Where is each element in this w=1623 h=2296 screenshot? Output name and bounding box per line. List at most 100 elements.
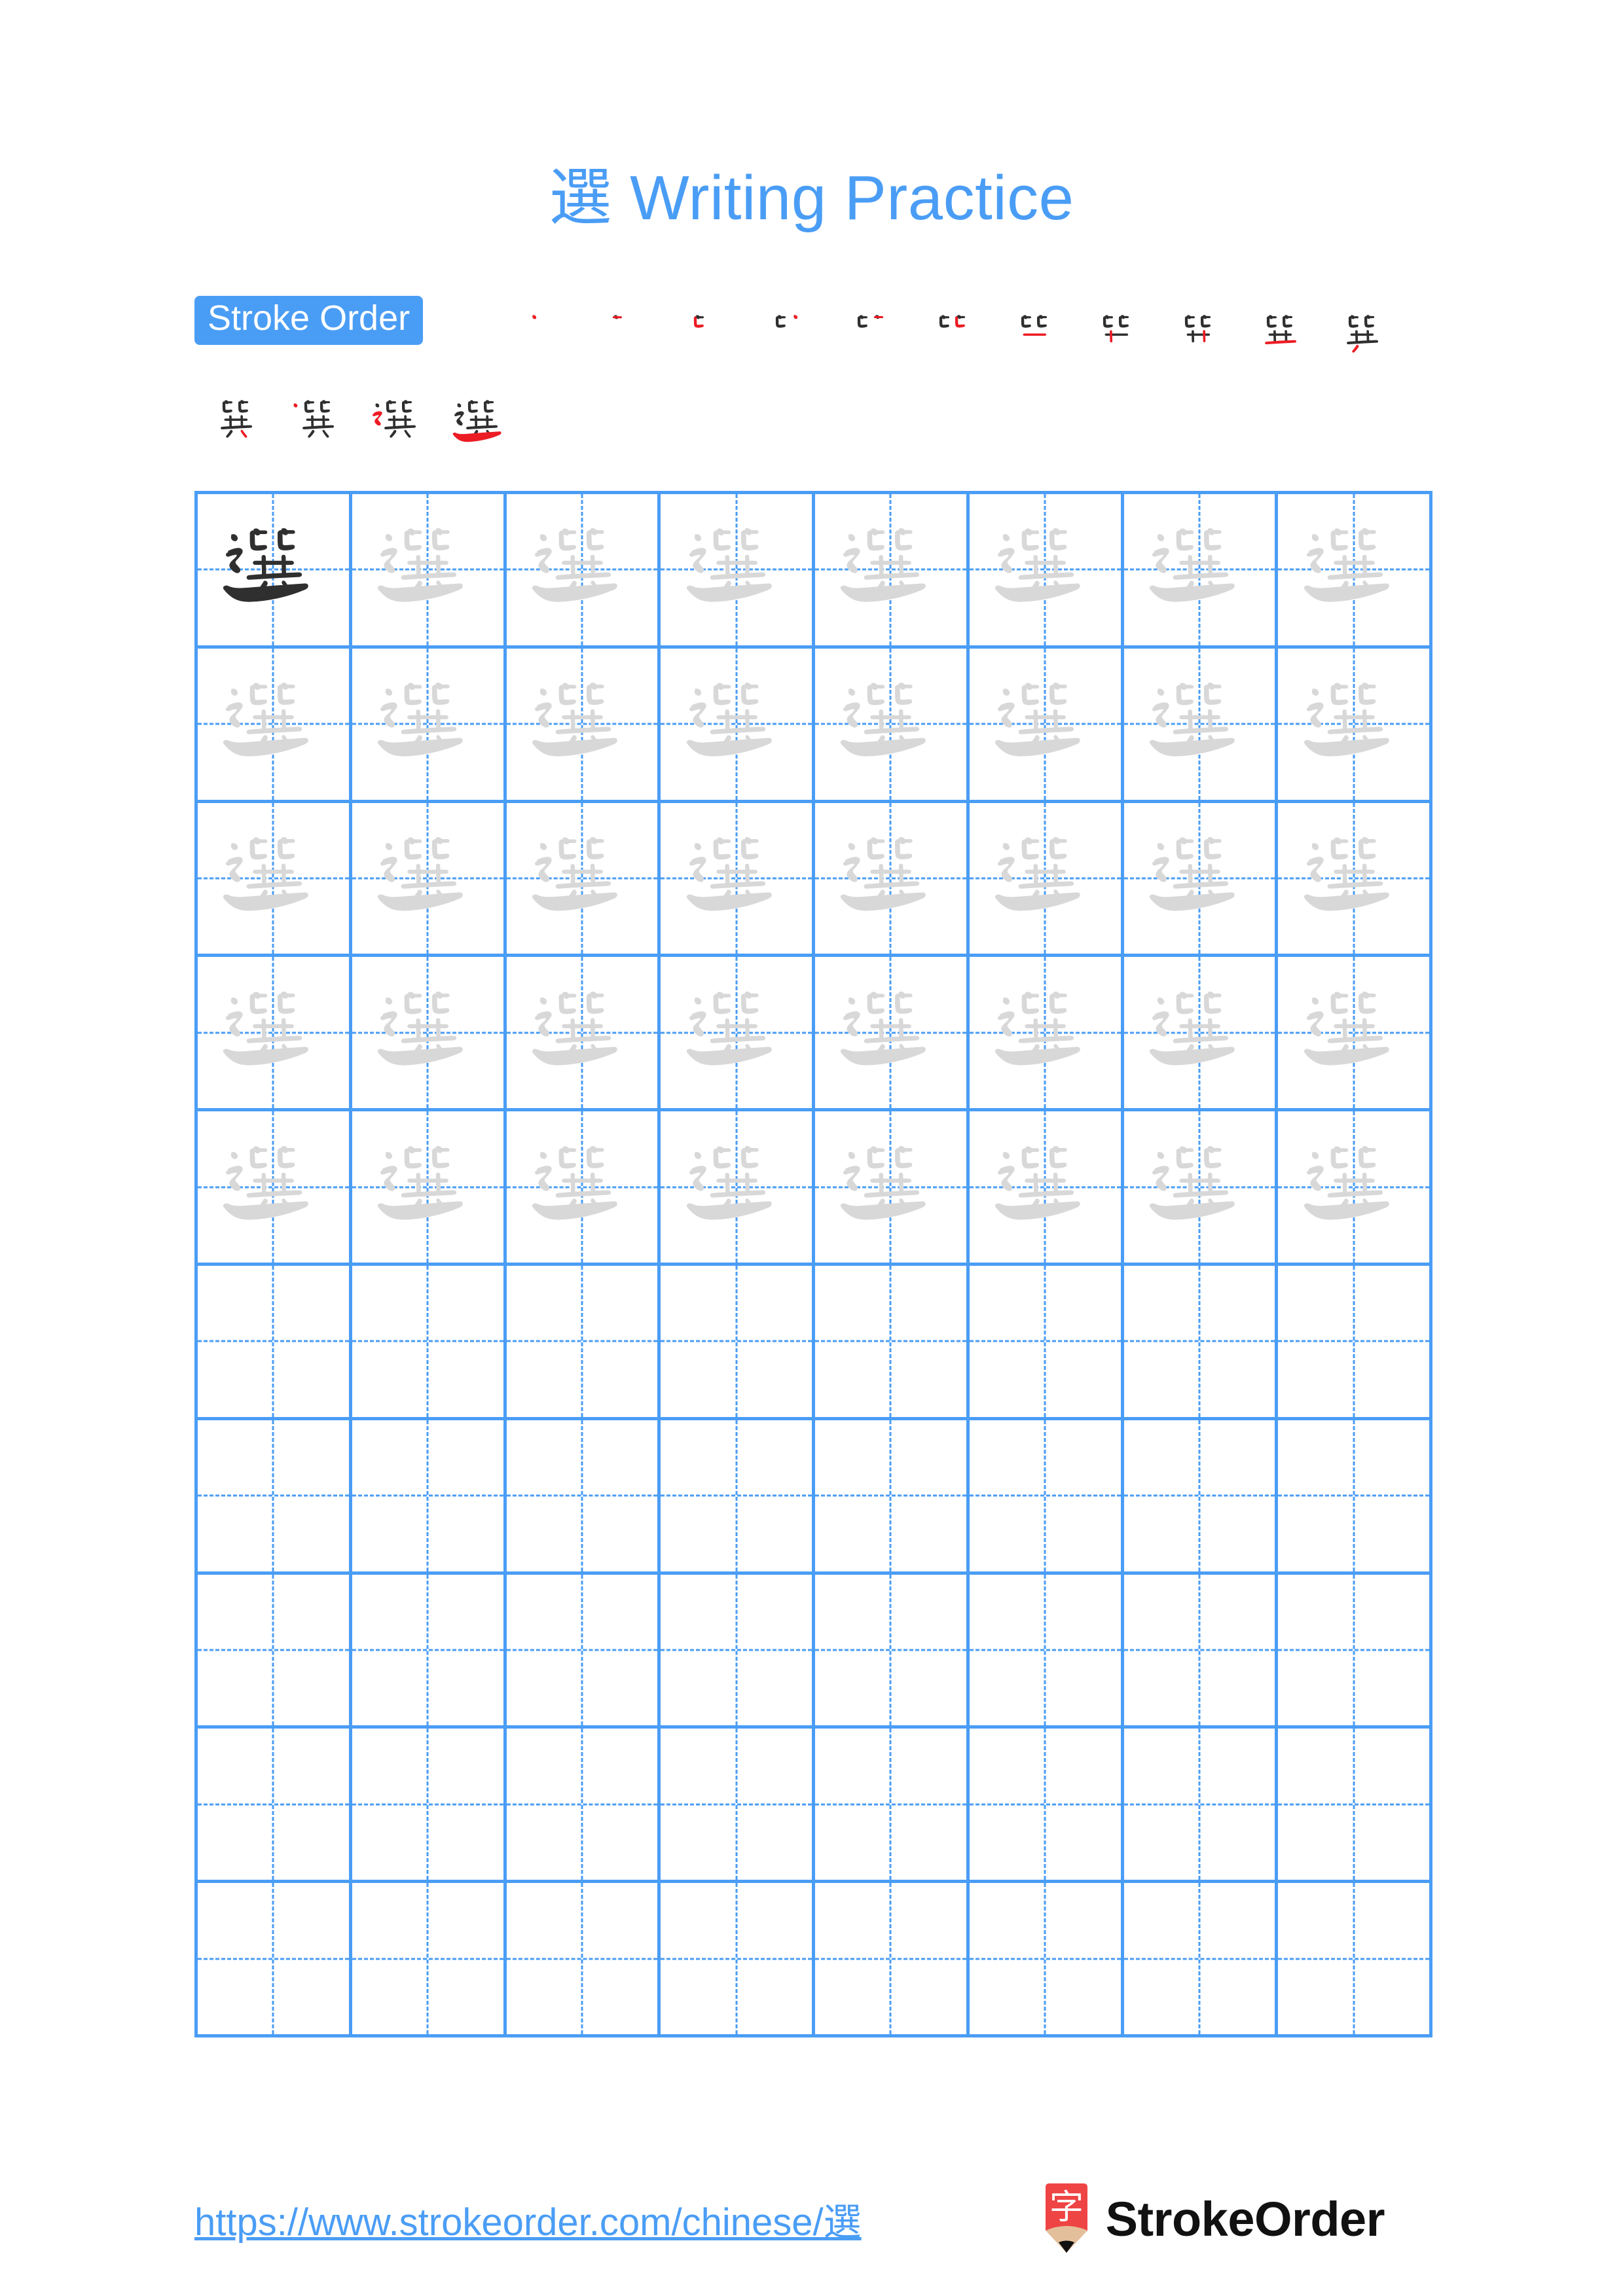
practice-cell[interactable]	[1278, 1266, 1432, 1420]
practice-cell[interactable]	[969, 1883, 1124, 2037]
practice-cell[interactable]	[198, 1729, 352, 1884]
practice-cell[interactable]	[198, 494, 352, 649]
practice-cell[interactable]	[815, 1574, 970, 1729]
practice-cell[interactable]	[969, 1574, 1124, 1729]
practice-cell[interactable]	[352, 1420, 507, 1575]
practice-cell[interactable]	[352, 957, 507, 1112]
trace-character	[1278, 494, 1429, 645]
practice-cell[interactable]	[506, 802, 661, 958]
practice-cell[interactable]	[815, 1266, 970, 1420]
trace-character	[507, 803, 658, 954]
character-glyph	[1304, 683, 1389, 757]
practice-cell[interactable]	[969, 957, 1124, 1112]
practice-cell[interactable]	[1278, 1111, 1432, 1266]
practice-cell[interactable]	[1278, 957, 1432, 1112]
practice-cell[interactable]	[1278, 1883, 1432, 2037]
practice-cell[interactable]	[1278, 494, 1432, 649]
practice-cell[interactable]	[506, 1883, 661, 2037]
trace-character	[661, 803, 812, 954]
practice-cell[interactable]	[815, 957, 970, 1112]
practice-cell[interactable]	[1123, 1266, 1279, 1420]
practice-cell[interactable]	[661, 1729, 815, 1884]
stroke-diagram-8	[1103, 315, 1129, 343]
practice-cell[interactable]	[969, 1729, 1124, 1884]
character-glyph	[377, 683, 463, 757]
practice-cell[interactable]	[661, 802, 815, 958]
stroke-order-step	[358, 381, 440, 466]
practice-cell[interactable]	[506, 1111, 661, 1266]
practice-cell[interactable]	[506, 1574, 661, 1729]
stroke-diagram-14	[372, 400, 416, 438]
practice-cell[interactable]	[1123, 494, 1279, 649]
practice-cell[interactable]	[1123, 802, 1279, 958]
practice-cell[interactable]	[1123, 1420, 1279, 1575]
practice-cell[interactable]	[969, 494, 1124, 649]
practice-cell[interactable]	[969, 648, 1124, 803]
practice-cell[interactable]	[969, 1111, 1124, 1266]
practice-cell[interactable]	[1123, 1574, 1279, 1729]
practice-cell[interactable]	[352, 1574, 507, 1729]
practice-cell[interactable]	[352, 1111, 507, 1266]
practice-cell[interactable]	[661, 1266, 815, 1420]
practice-cell[interactable]	[198, 1574, 352, 1729]
practice-cell[interactable]	[506, 1729, 661, 1884]
stroke-order-step	[830, 296, 911, 381]
practice-cell[interactable]	[1278, 1729, 1432, 1884]
practice-cell[interactable]	[352, 802, 507, 958]
practice-cell[interactable]	[1278, 1420, 1432, 1575]
practice-cell[interactable]	[1123, 1883, 1279, 2037]
practice-cell[interactable]	[198, 802, 352, 958]
practice-cell[interactable]	[506, 494, 661, 649]
practice-cell[interactable]	[198, 957, 352, 1112]
practice-cell[interactable]	[1123, 1111, 1279, 1266]
character-glyph	[532, 837, 617, 911]
practice-cell[interactable]	[969, 1420, 1124, 1575]
practice-cell[interactable]	[815, 648, 970, 803]
practice-cell[interactable]	[815, 494, 970, 649]
practice-cell[interactable]	[1123, 1729, 1279, 1884]
practice-cell[interactable]	[661, 648, 815, 803]
practice-cell[interactable]	[815, 1729, 970, 1884]
practice-cell[interactable]	[352, 494, 507, 649]
practice-cell[interactable]	[506, 1420, 661, 1575]
practice-cell[interactable]	[1123, 957, 1279, 1112]
practice-cell[interactable]	[1123, 648, 1279, 803]
stroke-order-step	[748, 296, 830, 381]
trace-character	[970, 494, 1121, 645]
stroke-order-step	[1321, 296, 1402, 381]
practice-cell[interactable]	[661, 1883, 815, 2037]
practice-cell[interactable]	[815, 802, 970, 958]
character-glyph	[686, 683, 772, 757]
practice-cell[interactable]	[198, 648, 352, 803]
practice-cell[interactable]	[506, 957, 661, 1112]
practice-cell[interactable]	[815, 1883, 970, 2037]
practice-cell[interactable]	[352, 1266, 507, 1420]
practice-cell[interactable]	[198, 1883, 352, 2037]
strokeorder-logo[interactable]: 字 StrokeOrder	[1042, 2182, 1385, 2255]
stroke-diagram-3	[693, 315, 704, 328]
practice-grid[interactable]	[194, 491, 1432, 2037]
practice-cell[interactable]	[661, 1574, 815, 1729]
trace-character	[1278, 957, 1429, 1108]
practice-cell[interactable]	[198, 1420, 352, 1575]
practice-cell[interactable]	[506, 648, 661, 803]
practice-cell[interactable]	[1278, 648, 1432, 803]
practice-cell[interactable]	[1278, 802, 1432, 958]
practice-cell[interactable]	[661, 957, 815, 1112]
practice-cell[interactable]	[352, 1883, 507, 2037]
practice-cell[interactable]	[815, 1111, 970, 1266]
practice-cell[interactable]	[815, 1420, 970, 1575]
practice-cell[interactable]	[352, 1729, 507, 1884]
practice-cell[interactable]	[1278, 1574, 1432, 1729]
practice-cell[interactable]	[969, 1266, 1124, 1420]
practice-cell[interactable]	[661, 1420, 815, 1575]
trace-character	[661, 494, 812, 645]
practice-cell[interactable]	[198, 1111, 352, 1266]
practice-cell[interactable]	[198, 1266, 352, 1420]
practice-cell[interactable]	[506, 1266, 661, 1420]
practice-cell[interactable]	[661, 494, 815, 649]
practice-cell[interactable]	[969, 802, 1124, 958]
practice-cell[interactable]	[352, 648, 507, 803]
practice-cell[interactable]	[661, 1111, 815, 1266]
footer-url-link[interactable]: https://www.strokeorder.com/chinese/選	[194, 2191, 862, 2246]
